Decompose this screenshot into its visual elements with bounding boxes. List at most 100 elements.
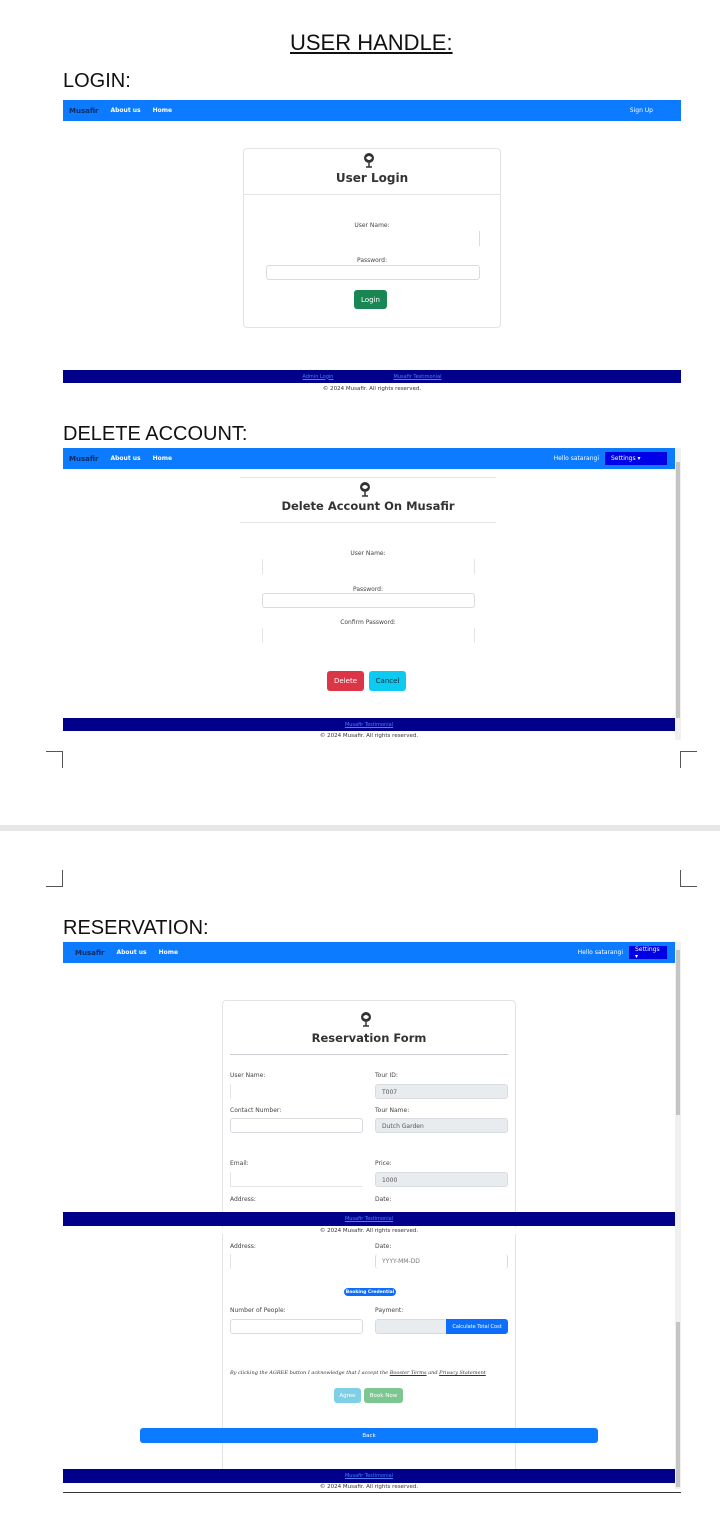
date-input[interactable]: YYYY-MM-DD bbox=[375, 1254, 508, 1269]
copyright: © 2024 Musafir. All rights reserved. bbox=[322, 386, 422, 392]
tour-name-field: Dutch Garden bbox=[375, 1118, 508, 1133]
password-label: Password: bbox=[352, 586, 384, 593]
username-label: User Name: bbox=[354, 222, 390, 229]
nav-brand[interactable]: Musafir bbox=[75, 949, 104, 957]
delete-screenshot: Musafir About us Home Hello satarangi Se… bbox=[63, 448, 681, 743]
nav-link-about[interactable]: About us bbox=[116, 949, 146, 956]
price-field: 1000 bbox=[375, 1172, 508, 1187]
confirm-password-input[interactable] bbox=[262, 628, 475, 643]
username-input[interactable] bbox=[266, 231, 480, 246]
address-label: Address: bbox=[230, 1196, 256, 1203]
settings-dropdown[interactable]: Settings ▾ bbox=[629, 946, 667, 960]
login-card: User Login User Name: Password: Login bbox=[243, 148, 501, 328]
page-corner-mark bbox=[46, 751, 63, 768]
scrollbar-thumb[interactable] bbox=[676, 950, 680, 1115]
nav-link-home[interactable]: Home bbox=[153, 107, 172, 114]
reservation-title: Reservation Form bbox=[311, 1031, 427, 1045]
scrollbar[interactable] bbox=[675, 1232, 681, 1489]
nav-brand[interactable]: Musafir bbox=[69, 107, 98, 115]
tour-name-label: Tour Name: bbox=[375, 1107, 410, 1114]
booking-credential-badge: Booking Credential bbox=[344, 1288, 396, 1296]
delete-button[interactable]: Delete bbox=[327, 671, 364, 691]
navbar: Musafir About us Home Hello satarangi Se… bbox=[63, 942, 675, 963]
tour-id-label: Tour ID: bbox=[375, 1072, 398, 1079]
price-label: Price: bbox=[375, 1160, 392, 1167]
people-label: Number of People: bbox=[230, 1307, 286, 1314]
people-input[interactable] bbox=[230, 1319, 363, 1334]
page-break bbox=[0, 825, 720, 831]
footer-bar: Musafir Testimonial bbox=[63, 1469, 675, 1483]
section-label-delete: DELETE ACCOUNT: bbox=[63, 423, 248, 445]
contact-number-input[interactable] bbox=[230, 1118, 363, 1133]
footer-testimonial-link[interactable]: Musafir Testimonial bbox=[345, 1473, 393, 1479]
footer-testimonial-link[interactable]: Musafir Testimonial bbox=[345, 1216, 393, 1222]
delete-card-divider bbox=[240, 522, 496, 523]
calculate-total-button[interactable]: Calculate Total Cost bbox=[446, 1319, 508, 1334]
footer-testimonial-link[interactable]: Musafir Testimonial bbox=[393, 374, 441, 380]
payment-field bbox=[375, 1319, 447, 1334]
nav-hello-user: Hello satarangi bbox=[577, 949, 623, 956]
footer-bar: Admin Login Musafir Testimonial bbox=[63, 370, 681, 383]
nav-link-home[interactable]: Home bbox=[159, 949, 178, 956]
copyright: © 2024 Musafir. All rights reserved. bbox=[319, 1484, 419, 1490]
page-corner-mark bbox=[46, 870, 63, 887]
scrollbar[interactable] bbox=[675, 942, 681, 1232]
globe-pin-icon bbox=[361, 1012, 371, 1027]
login-card-header: User Login bbox=[244, 149, 500, 195]
copyright: © 2024 Musafir. All rights reserved. bbox=[319, 733, 419, 739]
user-name-input[interactable] bbox=[230, 1084, 362, 1099]
terms-link[interactable]: Booster Terms bbox=[390, 1370, 427, 1376]
agreement-mid: and bbox=[426, 1370, 440, 1376]
nav-link-about[interactable]: About us bbox=[110, 455, 140, 462]
nav-signup-link[interactable]: Sign Up bbox=[630, 107, 653, 114]
back-button[interactable]: Back bbox=[140, 1428, 598, 1443]
book-now-button[interactable]: Book Now bbox=[364, 1388, 403, 1403]
contact-number-label: Contact Number: bbox=[230, 1107, 282, 1114]
navbar: Musafir About us Home Sign Up bbox=[63, 100, 681, 121]
username-input[interactable] bbox=[262, 559, 475, 574]
settings-dropdown[interactable]: Settings ▾ bbox=[605, 452, 667, 465]
document-heading: USER HANDLE: bbox=[290, 30, 453, 55]
tour-id-field: T007 bbox=[375, 1084, 508, 1099]
page-corner-mark bbox=[680, 751, 697, 768]
scrollbar[interactable] bbox=[675, 448, 681, 740]
privacy-link[interactable]: Privacy Statement bbox=[439, 1370, 486, 1376]
footer-testimonial-link[interactable]: Musafir Testimonial bbox=[345, 722, 393, 728]
user-name-label: User Name: bbox=[230, 1072, 266, 1079]
scrollbar-thumb[interactable] bbox=[676, 462, 680, 718]
page-bottom-rule bbox=[63, 1492, 681, 1493]
cancel-button[interactable]: Cancel bbox=[369, 671, 406, 691]
login-title: User Login bbox=[335, 171, 409, 185]
login-screenshot: Musafir About us Home Sign Up User Login… bbox=[63, 100, 681, 400]
password-input[interactable] bbox=[266, 265, 480, 280]
password-input[interactable] bbox=[262, 593, 475, 608]
email-input[interactable] bbox=[230, 1172, 363, 1187]
nav-link-home[interactable]: Home bbox=[153, 455, 172, 462]
section-label-reservation: RESERVATION: bbox=[63, 917, 209, 939]
reservation-card-divider bbox=[230, 1054, 508, 1055]
date-label: Date: bbox=[375, 1196, 392, 1203]
page-corner-mark bbox=[680, 870, 697, 887]
agree-button[interactable]: Agree bbox=[334, 1388, 361, 1403]
date-label: Date: bbox=[375, 1243, 392, 1250]
footer-bar: Musafir Testimonial bbox=[63, 1212, 675, 1226]
globe-pin-icon bbox=[360, 482, 370, 497]
address-input[interactable] bbox=[230, 1254, 363, 1269]
agreement-prefix: By clicking the AGREE button I acknowled… bbox=[230, 1370, 390, 1376]
delete-card: Delete Account On Musafir User Name: Pas… bbox=[240, 477, 496, 691]
confirm-password-label: Confirm Password: bbox=[340, 619, 396, 626]
password-label: Password: bbox=[356, 257, 388, 264]
email-label: Email: bbox=[230, 1160, 249, 1167]
username-label: User Name: bbox=[350, 550, 386, 557]
footer-bar: Musafir Testimonial bbox=[63, 718, 675, 731]
agreement-text: By clicking the AGREE button I acknowled… bbox=[230, 1370, 510, 1376]
nav-link-about[interactable]: About us bbox=[110, 107, 140, 114]
footer-admin-link[interactable]: Admin Login bbox=[302, 374, 333, 380]
reservation-screenshot: Musafir About us Home Hello satarangi Se… bbox=[63, 942, 681, 1492]
scrollbar-thumb[interactable] bbox=[676, 1322, 680, 1487]
copyright: © 2024 Musafir. All rights reserved. bbox=[63, 1228, 675, 1234]
nav-hello-user: Hello satarangi bbox=[553, 455, 599, 462]
nav-brand[interactable]: Musafir bbox=[69, 455, 98, 463]
login-button[interactable]: Login bbox=[354, 290, 387, 309]
navbar: Musafir About us Home Hello satarangi Se… bbox=[63, 448, 675, 469]
